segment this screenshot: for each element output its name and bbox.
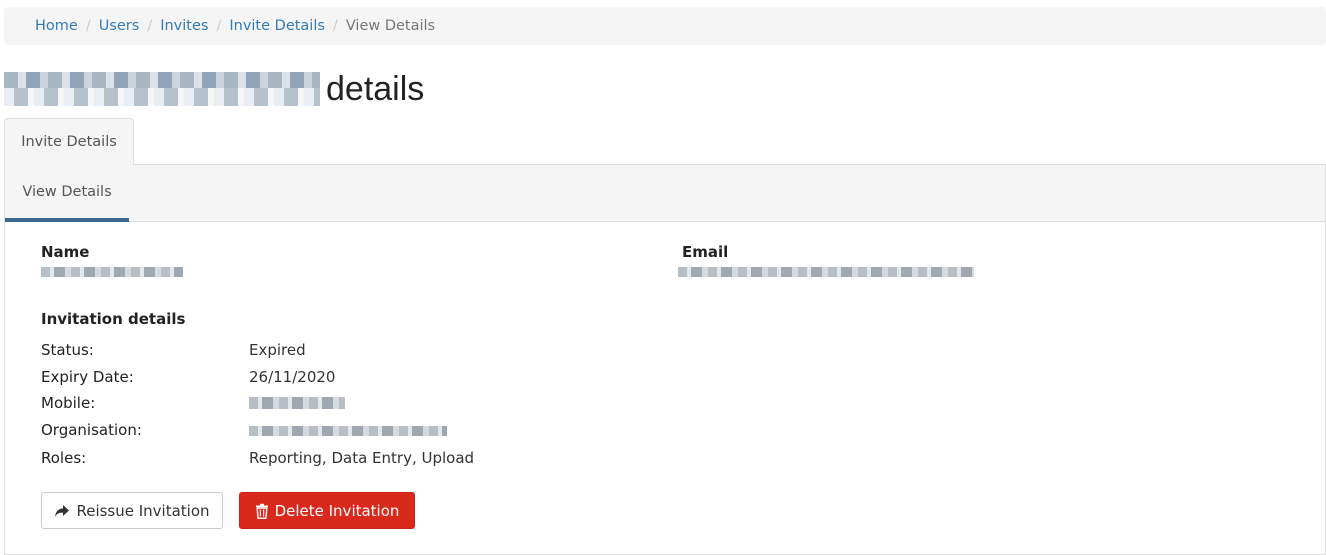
redacted-organisation-value: [249, 426, 447, 436]
name-label: Name: [41, 243, 90, 261]
page-title: details: [4, 66, 424, 112]
redacted-mobile-value: [249, 397, 345, 409]
roles-label: Roles:: [41, 449, 87, 467]
delete-invitation-button[interactable]: Delete Invitation: [239, 492, 415, 529]
mobile-row: Mobile:: [41, 394, 249, 412]
expiry-row: Expiry Date: 26/11/2020: [41, 368, 335, 386]
status-value: Expired: [249, 341, 306, 359]
breadcrumb-separator: /: [332, 18, 338, 34]
inner-tab-bar: View Details: [5, 165, 1325, 222]
delete-invitation-label: Delete Invitation: [274, 501, 400, 520]
breadcrumb-home[interactable]: Home: [35, 18, 78, 34]
expiry-value: 26/11/2020: [249, 368, 336, 386]
breadcrumb-current: View Details: [345, 18, 436, 34]
roles-value: Reporting, Data Entry, Upload: [249, 449, 475, 467]
organisation-row: Organisation:: [41, 421, 249, 439]
page-title-suffix: details: [326, 69, 425, 108]
outer-tab-bar: Invite Details: [4, 118, 1326, 165]
breadcrumb-separator: /: [85, 18, 91, 34]
tab-invite-details[interactable]: Invite Details: [4, 118, 134, 165]
trash-icon: [255, 503, 268, 519]
reissue-invitation-label: Reissue Invitation: [76, 501, 210, 520]
organisation-label: Organisation:: [41, 421, 142, 439]
email-label: Email: [682, 243, 729, 261]
breadcrumb-separator: /: [216, 18, 222, 34]
breadcrumb-users[interactable]: Users: [99, 18, 140, 34]
details-panel: View Details Name Email Invitation detai…: [4, 165, 1326, 555]
breadcrumb-separator: /: [147, 18, 153, 34]
status-label: Status:: [41, 341, 94, 359]
redacted-name-value: [41, 267, 183, 277]
invitation-details-heading: Invitation details: [41, 310, 186, 328]
mobile-label: Mobile:: [41, 394, 96, 412]
share-arrow-icon: [55, 504, 70, 517]
roles-row: Roles: Reporting, Data Entry, Upload: [41, 449, 474, 467]
redacted-user-name: [4, 72, 320, 106]
breadcrumb: Home / Users / Invites / Invite Details …: [4, 7, 1326, 45]
breadcrumb-invites[interactable]: Invites: [160, 18, 208, 34]
redacted-email-value: [678, 267, 974, 277]
tab-view-details[interactable]: View Details: [5, 165, 129, 222]
reissue-invitation-button[interactable]: Reissue Invitation: [41, 492, 223, 529]
expiry-label: Expiry Date:: [41, 368, 134, 386]
breadcrumb-invite-details[interactable]: Invite Details: [229, 18, 325, 34]
status-row: Status: Expired: [41, 341, 306, 359]
